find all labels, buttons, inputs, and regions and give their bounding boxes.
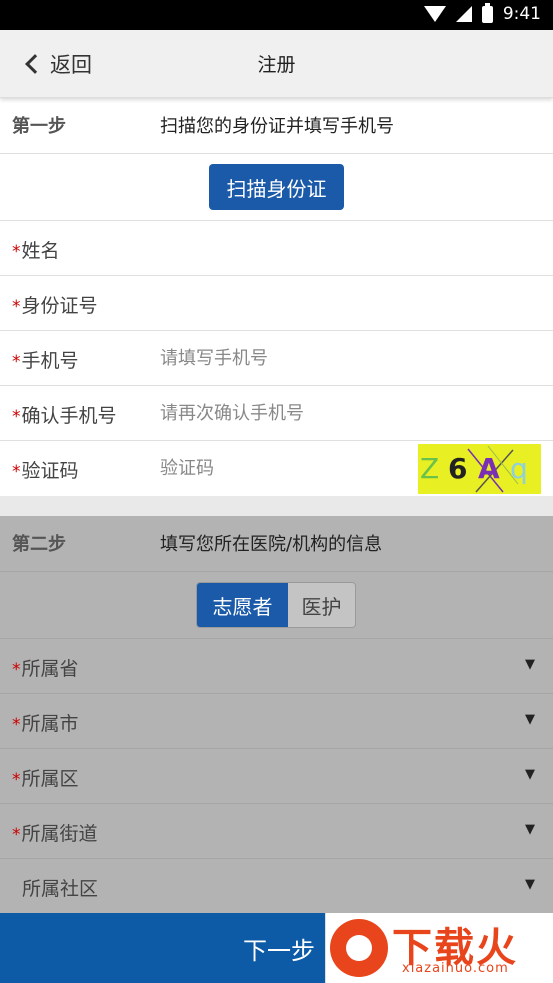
watermark-url: xiazaihuo.com <box>402 961 509 976</box>
required-star: * <box>12 715 21 735</box>
name-label: *姓名 <box>12 240 60 262</box>
phone-input[interactable] <box>160 339 400 377</box>
city-select[interactable]: *所属市 ▼ <box>0 693 553 748</box>
next-step-button[interactable]: 下一步 <box>0 913 325 983</box>
required-star: * <box>12 407 21 427</box>
province-label: *所属省 <box>12 658 79 680</box>
role-medical-button[interactable]: 医护 <box>288 583 355 627</box>
captcha-image[interactable]: Z 6 A q <box>418 444 541 494</box>
phone-confirm-row: *确认手机号 <box>0 385 553 440</box>
id-number-input[interactable] <box>160 284 400 322</box>
required-star: * <box>12 297 21 317</box>
captcha-char: Z <box>420 452 440 485</box>
required-star: * <box>12 462 21 482</box>
community-select[interactable]: 所属社区 ▼ <box>0 858 553 913</box>
district-label: *所属区 <box>12 768 79 790</box>
status-time: 9:41 <box>502 4 541 24</box>
step1-header: 第一步 扫描您的身份证并填写手机号 <box>0 98 553 152</box>
captcha-label: *验证码 <box>12 460 79 482</box>
required-star: * <box>12 352 21 372</box>
name-input[interactable] <box>160 229 400 267</box>
role-volunteer-button[interactable]: 志愿者 <box>197 583 288 627</box>
step2-description: 填写您所在医院/机构的信息 <box>160 534 383 555</box>
triangle-down-icon: ▼ <box>525 877 535 892</box>
street-label: *所属街道 <box>12 823 98 845</box>
street-select[interactable]: *所属街道 ▼ <box>0 803 553 858</box>
captcha-char: A <box>478 452 500 485</box>
step1-description: 扫描您的身份证并填写手机号 <box>160 116 394 137</box>
name-row: *姓名 <box>0 220 553 275</box>
wifi-icon <box>423 6 446 22</box>
captcha-char: q <box>510 452 528 485</box>
triangle-down-icon: ▼ <box>525 767 535 782</box>
role-segmented-control: 志愿者 医护 <box>196 582 356 628</box>
triangle-down-icon: ▼ <box>525 712 535 727</box>
scan-row: 扫描身份证 <box>0 153 553 220</box>
captcha-char: 6 <box>448 452 468 485</box>
id-number-row: *身份证号 <box>0 275 553 330</box>
nav-bar: 返回 注册 <box>0 30 553 98</box>
phone-label: *手机号 <box>12 350 79 372</box>
required-star: * <box>12 242 21 262</box>
required-star: * <box>12 825 21 845</box>
bottom-bar: 下一步 下载火 xiazaihuo.com <box>0 913 553 983</box>
signal-icon <box>455 6 472 22</box>
battery-icon <box>481 2 493 23</box>
step2-header: 第二步 填写您所在医院/机构的信息 <box>0 516 553 570</box>
phone-confirm-input[interactable] <box>160 394 400 432</box>
watermark: 下载火 xiazaihuo.com <box>325 913 553 983</box>
required-star: * <box>12 660 21 680</box>
role-row: 志愿者 医护 <box>0 571 553 638</box>
page-title: 注册 <box>257 54 296 76</box>
phone-row: *手机号 <box>0 330 553 385</box>
id-number-label: *身份证号 <box>12 295 98 317</box>
phone-confirm-label: *确认手机号 <box>12 405 117 427</box>
district-select[interactable]: *所属区 ▼ <box>0 748 553 803</box>
community-label: 所属社区 <box>22 878 99 900</box>
city-label: *所属市 <box>12 713 79 735</box>
step1-label: 第一步 <box>12 116 66 137</box>
captcha-row: *验证码 Z 6 A q <box>0 440 553 496</box>
triangle-down-icon: ▼ <box>525 657 535 672</box>
section-divider <box>0 496 553 516</box>
scan-id-button[interactable]: 扫描身份证 <box>209 164 344 210</box>
province-select[interactable]: *所属省 ▼ <box>0 638 553 693</box>
triangle-down-icon: ▼ <box>525 822 535 837</box>
step2-label: 第二步 <box>12 534 66 555</box>
captcha-input[interactable] <box>160 449 360 487</box>
required-star: * <box>12 770 21 790</box>
status-bar: 9:41 <box>0 0 553 30</box>
watermark-logo-icon <box>330 919 388 977</box>
